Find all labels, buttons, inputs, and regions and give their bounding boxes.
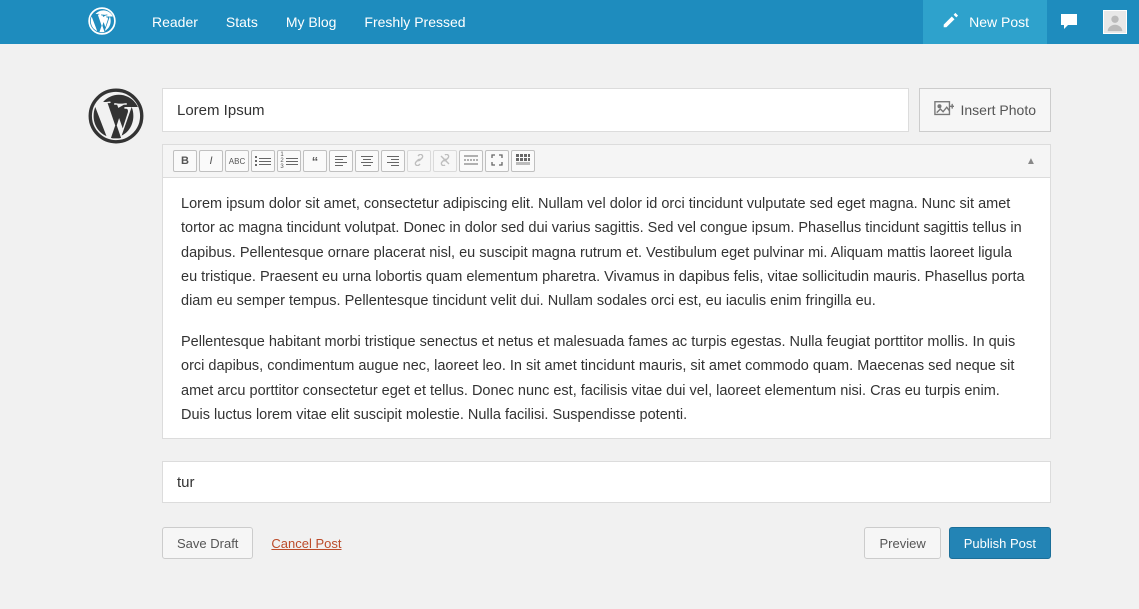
blockquote-icon: “: [312, 154, 319, 169]
more-tag-icon: [464, 154, 478, 169]
align-right-icon: [387, 156, 399, 166]
toolbar-strikethrough-button[interactable]: ABC: [225, 150, 249, 172]
kitchen-sink-icon: [516, 154, 530, 169]
editor-box: B I ABC 123 “ ▲: [162, 144, 1051, 439]
insert-photo-label: Insert Photo: [961, 102, 1037, 118]
nav-my-blog[interactable]: My Blog: [272, 0, 351, 44]
link-icon: [413, 154, 425, 169]
toolbar-fullscreen-button[interactable]: [485, 150, 509, 172]
insert-photo-icon: [934, 100, 961, 121]
toolbar-align-right-button[interactable]: [381, 150, 405, 172]
toolbar-collapse-toggle[interactable]: ▲: [1022, 150, 1040, 172]
toolbar-italic-button[interactable]: I: [199, 150, 223, 172]
toolbar-bulleted-list-button[interactable]: [251, 150, 275, 172]
align-center-icon: [361, 156, 373, 166]
bulleted-list-icon: [255, 156, 271, 166]
speech-bubble-icon: [1059, 11, 1079, 34]
post-content-editor[interactable]: Lorem ipsum dolor sit amet, consectetur …: [163, 178, 1050, 438]
new-post-label: New Post: [969, 14, 1029, 30]
toolbar-unlink-button[interactable]: [433, 150, 457, 172]
notifications-button[interactable]: [1047, 0, 1091, 44]
content-paragraph: Lorem ipsum dolor sit amet, consectetur …: [181, 192, 1032, 314]
topbar-right: New Post: [923, 0, 1139, 44]
toolbar-link-button[interactable]: [407, 150, 431, 172]
topbar-left: Reader Stats My Blog Freshly Pressed: [0, 0, 480, 44]
toolbar-numbered-list-button[interactable]: 123: [277, 150, 301, 172]
fullscreen-icon: [491, 154, 503, 169]
new-post-button[interactable]: New Post: [923, 0, 1047, 44]
post-title-input[interactable]: [162, 88, 909, 132]
align-left-icon: [335, 156, 347, 166]
chevron-up-icon: ▲: [1026, 156, 1036, 167]
toolbar-more-tag-button[interactable]: [459, 150, 483, 172]
editor-wrap: Insert Photo B I ABC 123 “: [0, 44, 1139, 559]
title-row: Insert Photo: [162, 88, 1051, 132]
toolbar-align-center-button[interactable]: [355, 150, 379, 172]
insert-photo-button[interactable]: Insert Photo: [919, 88, 1052, 132]
content-paragraph: Pellentesque habitant morbi tristique se…: [181, 330, 1032, 427]
unlink-icon: [439, 154, 451, 169]
toolbar-bold-button[interactable]: B: [173, 150, 197, 172]
editor-column: Insert Photo B I ABC 123 “: [162, 88, 1051, 559]
actions-row: Save Draft Cancel Post Preview Publish P…: [162, 527, 1051, 559]
preview-button[interactable]: Preview: [864, 527, 940, 559]
nav-freshly-pressed[interactable]: Freshly Pressed: [350, 0, 479, 44]
nav-stats[interactable]: Stats: [212, 0, 272, 44]
publish-post-button[interactable]: Publish Post: [949, 527, 1051, 559]
toolbar-blockquote-button[interactable]: “: [303, 150, 327, 172]
avatar-icon: [1103, 10, 1127, 34]
editor-toolbar: B I ABC 123 “ ▲: [163, 145, 1050, 178]
toolbar-kitchen-sink-button[interactable]: [511, 150, 535, 172]
wordpress-logo-icon[interactable]: [88, 7, 138, 38]
nav-reader[interactable]: Reader: [138, 0, 212, 44]
top-bar: Reader Stats My Blog Freshly Pressed New…: [0, 0, 1139, 44]
wordpress-badge-icon: [88, 88, 162, 559]
profile-button[interactable]: [1091, 0, 1139, 44]
tags-input[interactable]: [162, 461, 1051, 503]
save-draft-button[interactable]: Save Draft: [162, 527, 253, 559]
numbered-list-icon: 123: [280, 152, 297, 170]
toolbar-align-left-button[interactable]: [329, 150, 353, 172]
cancel-post-link[interactable]: Cancel Post: [271, 536, 341, 551]
pencil-icon: [941, 12, 969, 33]
